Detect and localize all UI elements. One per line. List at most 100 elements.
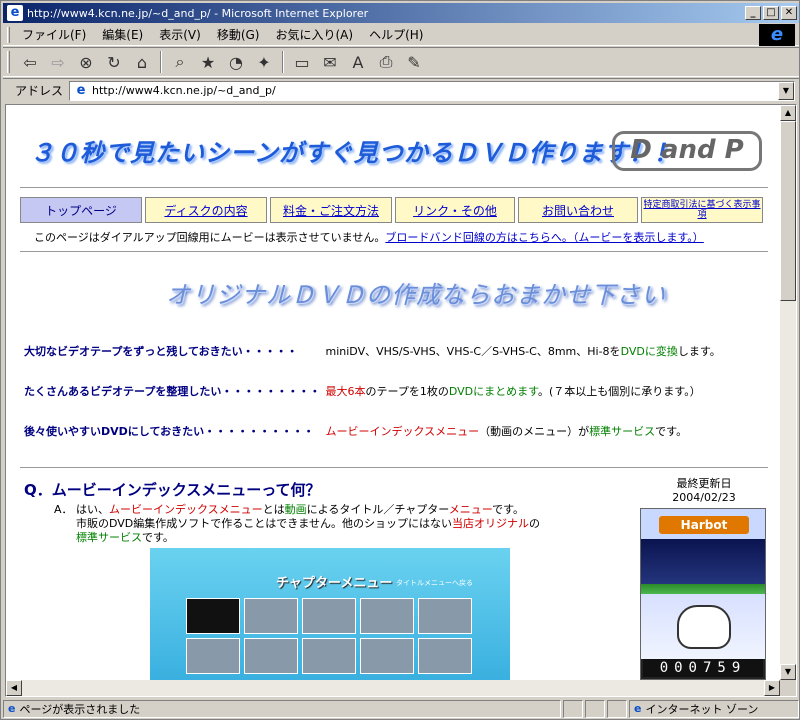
chapter-thumbnail	[302, 598, 356, 634]
service-answer: のテープを1枚の	[365, 385, 449, 398]
scroll-left-icon[interactable]: ◀	[6, 680, 22, 696]
last-updated: 最終更新日 2004/02/23	[640, 477, 768, 505]
window-title: http://www4.kcn.ne.jp/~d_and_p/ - Micros…	[27, 6, 369, 20]
status-bar: e ページが表示されました e インターネット ゾーン	[3, 698, 799, 719]
toolbar-separator	[160, 51, 162, 73]
menu-favorites[interactable]: お気に入り(A)	[267, 26, 361, 43]
mail-icon[interactable]: ✉	[318, 50, 342, 74]
answer-text: 市販のDVD編集作成ソフトで作ることはできません。他のショップにはない	[76, 517, 452, 530]
nav-disc-contents[interactable]: ディスクの内容	[145, 197, 267, 223]
print-icon[interactable]: ⎙	[374, 50, 398, 74]
vertical-scroll-thumb[interactable]	[780, 121, 796, 301]
address-input[interactable]: e http://www4.kcn.ne.jp/~d_and_p/ ▼	[69, 80, 795, 101]
address-label: アドレス	[15, 84, 64, 98]
service-row: 後々使いやすいDVDにしておきたい・・・・・・・・・・ ムービーインデックスメニ…	[24, 423, 687, 439]
scroll-corner	[780, 680, 796, 696]
service-answer: 。(７本以上も個別に承ります。）	[538, 385, 701, 398]
faq-question: Q．ムービーインデックスメニューって何？	[24, 481, 321, 499]
minimize-button[interactable]: _	[745, 6, 761, 20]
edit-icon[interactable]: ✎	[402, 50, 426, 74]
menu-go[interactable]: 移動(G)	[209, 26, 268, 43]
menu-edit[interactable]: 編集(E)	[94, 26, 151, 43]
chapter-thumbnail	[244, 638, 298, 674]
divider	[20, 251, 768, 253]
fullscreen-icon[interactable]: ▭	[290, 50, 314, 74]
answer-text: はい、	[76, 503, 109, 516]
menu-help[interactable]: ヘルプ(H)	[361, 26, 431, 43]
service-answer: です。	[655, 425, 688, 438]
address-bar: アドレス e http://www4.kcn.ne.jp/~d_and_p/ ▼	[3, 78, 799, 102]
chapter-thumbnail	[244, 598, 298, 634]
status-main: e ページが表示されました	[3, 699, 561, 718]
ie-page-icon: e	[7, 5, 23, 21]
answer-text: とは	[262, 503, 285, 516]
service-question: 大切なビデオテープをずっと残しておきたい・・・・・	[24, 345, 298, 358]
faq-answer: A． はい、ムービーインデックスメニューとは動画によるタイトル／チャプターメニュー…	[54, 503, 540, 545]
close-button[interactable]: ✕	[781, 6, 797, 20]
last-updated-date: 2004/02/23	[672, 491, 736, 504]
standard-toolbar: ⇦ ⇨ ⊗ ↻ ⌂ ⌕ ★ ◔ ✦ ▭ ✉ A ⎙ ✎	[3, 47, 799, 77]
broadband-link[interactable]: ブロードバンド回線の方はこちらへ。（ムービーを表示します。）	[385, 231, 703, 244]
service-row: たくさんあるビデオテープを整理したい・・・・・・・・・ 最大6本のテープを1枚の…	[24, 383, 701, 399]
font-icon[interactable]: A	[346, 50, 370, 74]
last-updated-label: 最終更新日	[676, 477, 732, 490]
channels-icon[interactable]: ✦	[252, 50, 276, 74]
answer-text: です。	[142, 531, 174, 544]
search-icon[interactable]: ⌕	[168, 50, 192, 74]
home-icon[interactable]: ⌂	[130, 50, 154, 74]
stop-icon[interactable]: ⊗	[74, 50, 98, 74]
maximize-button[interactable]: □	[763, 6, 779, 20]
answer-highlight: 標準サービス	[76, 531, 142, 544]
service-highlight: 最大6本	[325, 385, 366, 398]
answer-highlight: 動画	[284, 503, 307, 516]
ie-logo-icon: e	[759, 24, 795, 46]
visitor-counter: 000759	[643, 659, 763, 677]
nav-legal-notice[interactable]: 特定商取引法に基づく表示事項	[641, 197, 763, 223]
answer-highlight: ムービーインデックスメニュー	[109, 503, 263, 516]
faq-answer-line: A． はい、ムービーインデックスメニューとは動画によるタイトル／チャプターメニュー…	[54, 503, 540, 517]
scroll-right-icon[interactable]: ▶	[764, 680, 780, 696]
address-dropdown-icon[interactable]: ▼	[778, 81, 794, 100]
menu-file[interactable]: ファイル(F)	[14, 26, 94, 43]
forward-icon[interactable]: ⇨	[46, 50, 70, 74]
refresh-icon[interactable]: ↻	[102, 50, 126, 74]
notice-text: このページはダイアルアップ回線用にムービーは表示させていません。	[34, 231, 386, 244]
browser-window: e http://www4.kcn.ne.jp/~d_and_p/ - Micr…	[0, 0, 800, 720]
site-banner: ３０秒で見たいシーンがすぐ見つかるＤＶＤ作ります！！	[30, 139, 679, 167]
chapter-thumbnails	[186, 598, 476, 674]
web-page: ３０秒で見たいシーンがすぐ見つかるＤＶＤ作ります！！ D and P トップペー…	[6, 105, 780, 680]
service-answer: miniDV、VHS/S-VHS、VHS-C／S-VHS-C、8mm、Hi-8を	[325, 345, 621, 358]
page-headline: オリジナルＤＶＤの作成ならおまかせ下さい	[166, 281, 666, 309]
scroll-down-icon[interactable]: ▼	[780, 664, 796, 680]
address-url[interactable]: http://www4.kcn.ne.jp/~d_and_p/	[92, 84, 276, 97]
horizontal-scrollbar[interactable]: ◀ ▶	[6, 680, 780, 696]
service-highlight: DVDに変換	[620, 345, 678, 358]
menu-view[interactable]: 表示(V)	[151, 26, 209, 43]
site-logo[interactable]: D and P	[612, 131, 762, 171]
scroll-up-icon[interactable]: ▲	[780, 105, 796, 121]
favorites-icon[interactable]: ★	[196, 50, 220, 74]
page-done-icon: e	[8, 702, 16, 715]
page-viewport: ３０秒で見たいシーンがすぐ見つかるＤＶＤ作ります！！ D and P トップペー…	[5, 104, 797, 697]
back-icon[interactable]: ⇦	[18, 50, 42, 74]
page-icon: e	[76, 82, 86, 98]
service-highlight: DVDにまとめます	[448, 385, 539, 398]
harbot-counter[interactable]: Harbot 000759	[640, 508, 766, 680]
vertical-scrollbar[interactable]: ▲ ▼	[780, 105, 796, 680]
nav-contact[interactable]: お問い合わせ	[518, 197, 638, 223]
nav-pricing-order[interactable]: 料金・ご注文方法	[270, 197, 392, 223]
service-answer: （動画のメニュー）が	[479, 425, 590, 438]
answer-text: の	[528, 517, 540, 530]
status-cell	[607, 699, 627, 718]
answer-text: によるタイトル／チャプター	[306, 503, 449, 516]
history-icon[interactable]: ◔	[224, 50, 248, 74]
nav-top-page[interactable]: トップページ	[20, 197, 142, 223]
status-cell	[563, 699, 583, 718]
nav-links[interactable]: リンク・その他	[395, 197, 515, 223]
chapter-thumbnail	[360, 638, 414, 674]
divider	[20, 467, 768, 469]
service-highlight: 標準サービス	[589, 425, 656, 438]
answer-highlight: メニュー	[448, 503, 493, 516]
divider	[20, 187, 768, 189]
zone-text: インターネット ゾーン	[645, 702, 759, 716]
